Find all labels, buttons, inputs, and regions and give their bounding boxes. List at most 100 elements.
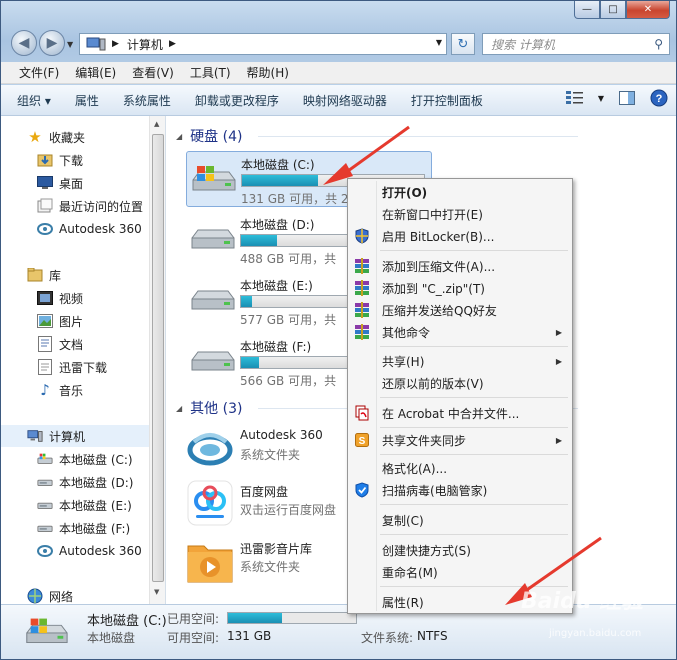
sidebar-item-drive-c[interactable]: 本地磁盘 (C:) — [37, 448, 133, 470]
sidebar-libraries[interactable]: 库 — [27, 264, 61, 286]
item-subtitle: 双击运行百度网盘 — [240, 503, 337, 517]
preview-pane-button[interactable] — [618, 89, 636, 107]
menu-item-copy[interactable]: 复制(C) — [350, 509, 570, 531]
menu-item-label: 复制(C) — [382, 513, 424, 528]
menu-item-acrobat-combine[interactable]: 在 Acrobat 中合并文件... — [350, 402, 570, 424]
baidu-watermark: Baidu 经验 — [521, 589, 644, 614]
menu-item-folder-sync[interactable]: S 共享文件夹同步 ▶ — [350, 429, 570, 451]
menu-item-rename[interactable]: 重命名(M) — [350, 561, 570, 583]
drive-usage-fill — [241, 235, 278, 246]
sidebar-item-label: 桌面 — [59, 176, 84, 191]
sidebar-item-drive-e[interactable]: 本地磁盘 (E:) — [37, 494, 132, 516]
search-input[interactable]: 搜索 计算机 ⚲ — [482, 33, 670, 55]
refresh-button[interactable]: ↻ — [451, 33, 475, 55]
help-button[interactable]: ? — [650, 89, 668, 107]
documents-icon — [37, 336, 53, 352]
menu-view[interactable]: 查看(V) — [124, 64, 182, 81]
details-fs-label: 文件系统: — [361, 631, 414, 645]
menu-item-add-archive[interactable]: 添加到压缩文件(A)... — [350, 255, 570, 277]
sidebar-item-pictures[interactable]: 图片 — [37, 310, 83, 332]
address-dropdown-icon[interactable]: ▼ — [436, 38, 442, 47]
breadcrumb-arrow-icon[interactable]: ▶ — [169, 39, 176, 49]
system-properties-button[interactable]: 系统属性 — [123, 92, 171, 109]
drive-space-info: 577 GB 可用，共 — [240, 313, 337, 327]
collapse-triangle-icon[interactable]: ◢ — [176, 132, 182, 141]
address-bar[interactable]: ▶ 计算机 ▶ ▼ — [79, 33, 447, 55]
collapse-triangle-icon[interactable]: ◢ — [176, 404, 182, 413]
desktop-icon — [37, 175, 53, 191]
sidebar-item-autodesk[interactable]: Autodesk 360 — [37, 218, 142, 240]
properties-button[interactable]: 属性 — [75, 92, 99, 109]
map-network-drive-button[interactable]: 映射网络驱动器 — [303, 92, 387, 109]
sidebar-computer[interactable]: 计算机 — [1, 425, 149, 447]
search-icon[interactable]: ⚲ — [654, 37, 663, 51]
menu-item-format[interactable]: 格式化(A)... — [350, 457, 570, 479]
menu-item-create-shortcut[interactable]: 创建快捷方式(S) — [350, 539, 570, 561]
menu-item-share[interactable]: 共享(H) ▶ — [350, 350, 570, 372]
menu-item-label: 还原以前的版本(V) — [382, 376, 484, 391]
menu-edit[interactable]: 编辑(E) — [67, 64, 124, 81]
context-menu: 打开(O) 在新窗口中打开(E) 启用 BitLocker(B)... 添加到压… — [347, 178, 573, 614]
menu-separator — [380, 397, 568, 398]
menu-item-compress-send-qq[interactable]: 压缩并发送给QQ好友 — [350, 299, 570, 321]
recent-pages-dropdown[interactable]: ▼ — [67, 40, 73, 49]
menu-help[interactable]: 帮助(H) — [239, 64, 297, 81]
scroll-down-icon[interactable]: ▼ — [154, 588, 159, 596]
xunlei-library-folder-icon — [187, 545, 233, 583]
sidebar-scroll-thumb[interactable] — [152, 134, 164, 582]
sidebar-favorites[interactable]: ★ 收藏夹 — [27, 126, 85, 148]
sidebar-item-drive-d[interactable]: 本地磁盘 (D:) — [37, 471, 133, 493]
menu-item-other-commands[interactable]: 其他命令 ▶ — [350, 321, 570, 343]
menu-item-add-zip[interactable]: 添加到 "C_.zip"(T) — [350, 277, 570, 299]
menu-item-open-new-window[interactable]: 在新窗口中打开(E) — [350, 203, 570, 225]
uninstall-program-button[interactable]: 卸载或更改程序 — [195, 92, 279, 109]
breadcrumb-arrow-icon[interactable]: ▶ — [112, 39, 119, 49]
navigation-bar: ◀ ▶ ▼ ▶ 计算机 ▶ ▼ ↻ 搜索 计算机 ⚲ — [1, 27, 676, 59]
sidebar-item-downloads[interactable]: 下载 — [37, 149, 83, 171]
scroll-up-icon[interactable]: ▲ — [154, 120, 159, 128]
close-button[interactable]: ✕ — [626, 1, 670, 19]
menu-tools[interactable]: 工具(T) — [182, 64, 239, 81]
back-arrow-icon: ◀ — [18, 35, 30, 51]
sidebar-scrollbar[interactable]: ▲ ▼ — [149, 116, 165, 604]
refresh-icon: ↻ — [457, 36, 469, 52]
preview-pane-icon — [619, 91, 635, 105]
menu-item-label: 打开(O) — [382, 185, 428, 200]
drive-usage-fill — [241, 357, 260, 368]
maximize-button[interactable]: □ — [600, 1, 626, 19]
sidebar-item-label: 迅雷下载 — [59, 360, 108, 375]
menu-item-label: 添加到 "C_.zip"(T) — [382, 281, 485, 296]
menu-item-restore-versions[interactable]: 还原以前的版本(V) — [350, 372, 570, 394]
change-view-button[interactable] — [565, 89, 584, 107]
sidebar-item-desktop[interactable]: 桌面 — [37, 172, 83, 194]
group-header-hard-drives[interactable]: ◢ 硬盘 (4) — [176, 126, 242, 146]
menu-item-label: 重命名(M) — [382, 565, 438, 580]
item-name: 百度网盘 — [240, 485, 289, 499]
breadcrumb-computer[interactable]: 计算机 — [127, 36, 163, 53]
autodesk-icon — [187, 433, 233, 466]
menu-file[interactable]: 文件(F) — [11, 64, 67, 81]
forward-button[interactable]: ▶ — [39, 30, 65, 56]
drive-name: 本地磁盘 (D:) — [240, 218, 315, 232]
sidebar-item-drive-f[interactable]: 本地磁盘 (F:) — [37, 517, 130, 539]
menu-item-bitlocker[interactable]: 启用 BitLocker(B)... — [350, 225, 570, 247]
organize-button[interactable]: 组织 ▾ — [17, 92, 51, 109]
open-control-panel-button[interactable]: 打开控制面板 — [411, 92, 483, 109]
group-header-label: 硬盘 (4) — [190, 129, 243, 145]
menu-item-label: 启用 BitLocker(B)... — [382, 229, 495, 244]
sidebar-item-music[interactable]: ♪ 音乐 — [37, 379, 83, 401]
back-button[interactable]: ◀ — [11, 30, 37, 56]
sidebar-item-videos[interactable]: 视频 — [37, 287, 83, 309]
minimize-button[interactable]: — — [574, 1, 600, 19]
sidebar-item-thunder-downloads[interactable]: 迅雷下载 — [37, 356, 107, 378]
sidebar-item-autodesk-360[interactable]: Autodesk 360 — [37, 540, 142, 562]
sidebar-item-recent[interactable]: 最近访问的位置 — [37, 195, 143, 217]
submenu-arrow-icon: ▶ — [555, 356, 562, 366]
menu-item-scan-virus[interactable]: 扫描病毒(电脑管家) — [350, 479, 570, 501]
group-header-other[interactable]: ◢ 其他 (3) — [176, 398, 242, 418]
pictures-icon — [37, 313, 53, 329]
view-dropdown-icon[interactable]: ▼ — [598, 94, 604, 103]
sidebar-item-documents[interactable]: 文档 — [37, 333, 83, 355]
music-icon: ♪ — [40, 381, 50, 399]
menu-item-open[interactable]: 打开(O) — [350, 181, 570, 203]
